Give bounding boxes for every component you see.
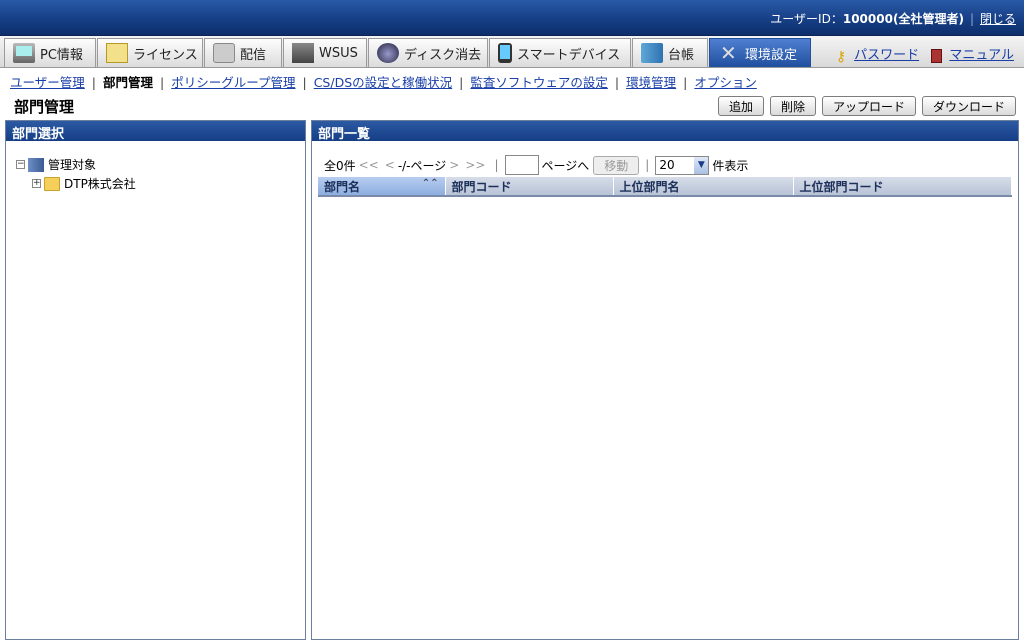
goto-page-label: ページへ [541,158,590,173]
per-page-value: 20 [659,158,675,172]
tab-smart-device[interactable]: スマートデバイス [489,38,631,67]
column-parent-department-name[interactable]: 上位部門名 [613,177,794,197]
sort-ascending-icon: ⌃⌃ [421,177,439,189]
distribution-icon [213,43,235,63]
prev-page-button[interactable]: < [385,158,395,172]
per-page-select[interactable]: 20 ▼ [655,155,710,175]
column-department-name[interactable]: 部門名 ⌃⌃ [318,177,446,197]
tab-distribution[interactable]: 配信 [204,38,282,67]
department-tree: − 管理対象 + DTP株式会社 [6,141,305,193]
license-icon [106,43,128,63]
tab-label: スマートデバイス [517,47,621,63]
separator: | [614,75,620,90]
tab-label: ライセンス [133,47,198,63]
separator: | [494,158,499,172]
user-info: ユーザーID：100000(全社管理者) | 閉じる [770,10,1016,27]
tree-node-root[interactable]: − 管理対象 [16,155,305,174]
top-header: ユーザーID：100000(全社管理者) | 閉じる [0,0,1024,36]
table-header-row: 部門名 ⌃⌃ 部門コード 上位部門名 上位部門コード [318,177,1012,197]
pager: 全0件 << < -/-ページ > >> | ページへ 移動 | 20 ▼ 件表… [324,155,748,175]
pc-icon [13,43,35,63]
page-info: -/-ページ [397,158,447,173]
subnav-environment-management[interactable]: 環境管理 [626,75,676,90]
tab-label: PC情報 [40,47,83,63]
subnav-department-management: 部門管理 [102,75,153,90]
tab-pc-info[interactable]: PC情報 [4,38,96,67]
manual-book-icon [931,48,943,63]
wsus-icon [292,43,314,63]
delete-button[interactable]: 削除 [769,96,816,116]
department-select-panel: 部門選択 − 管理対象 + DTP株式会社 [5,120,306,640]
sub-navigation: ユーザー管理 | 部門管理 | ポリシーグループ管理 | CS/DSの設定と稼働状況 | 監査ソ… [10,72,757,91]
department-list-panel: 部門一覧 全0件 << < -/-ページ > >> | ページへ 移動 | 20… [311,120,1019,640]
password-link[interactable]: パスワード [854,48,919,63]
upload-button[interactable]: アップロード [821,96,916,116]
tab-label: WSUS [319,45,358,61]
tab-ledger[interactable]: 台帳 [632,38,708,67]
ledger-icon [641,43,663,63]
column-label: 部門名 [324,179,361,194]
tree-node-company[interactable]: + DTP株式会社 [16,174,305,193]
tab-wsus[interactable]: WSUS [283,38,367,67]
separator: | [302,75,307,90]
subnav-audit-software[interactable]: 監査ソフトウェアの設定 [470,75,608,90]
user-id-value: 100000 [842,12,893,26]
smart-device-icon [498,43,512,63]
panel-title: 部門選択 [6,121,305,142]
top-links: ⚷ パスワード マニュアル [835,44,1014,65]
per-page-label: 件表示 [712,158,749,173]
tools-icon [718,41,740,65]
collapse-icon[interactable]: − [16,160,25,169]
subnav-policy-group[interactable]: ポリシーグループ管理 [171,75,295,90]
column-label: 上位部門名 [619,179,680,194]
user-role: (全社管理者) [892,12,964,26]
next-page-button[interactable]: > [449,158,459,172]
add-button[interactable]: 追加 [717,96,764,116]
last-page-button[interactable]: >> [465,158,485,172]
building-icon [28,157,44,172]
tree-node-label[interactable]: 管理対象 [48,156,96,173]
separator: | [459,75,464,90]
separator: | [683,75,688,90]
tab-environment-settings[interactable]: 環境設定 [709,38,811,67]
user-id-label: ユーザーID： [770,12,843,26]
page-number-input[interactable] [504,155,539,175]
total-count: 全0件 [324,158,356,173]
tab-disk-erase[interactable]: ディスク消去 [368,38,488,67]
expand-icon[interactable]: + [32,179,41,188]
department-table: 部門名 ⌃⌃ 部門コード 上位部門名 上位部門コード [318,177,1012,197]
key-icon: ⚷ [835,48,847,65]
tree-node-label[interactable]: DTP株式会社 [64,175,136,192]
tab-label: 環境設定 [745,47,798,63]
column-label: 上位部門コード [799,179,884,194]
action-buttons: 追加 削除 アップロード ダウンロード [717,96,1016,116]
tab-label: 台帳 [668,47,695,63]
separator: | [160,75,165,90]
tab-label: 配信 [240,47,267,63]
disk-erase-icon [377,43,399,63]
separator: | [91,75,96,90]
download-button[interactable]: ダウンロード [921,96,1016,116]
manual-link[interactable]: マニュアル [949,48,1014,63]
first-page-button[interactable]: << [359,158,379,172]
folder-icon [44,176,60,191]
separator: | [645,158,650,172]
chevron-down-icon[interactable]: ▼ [694,156,709,174]
column-label: 部門コード [451,179,512,194]
panel-title: 部門一覧 [312,121,1018,142]
subnav-options[interactable]: オプション [694,75,757,90]
tab-license[interactable]: ライセンス [97,38,203,67]
page-title: 部門管理 [14,98,75,116]
close-link[interactable]: 閉じる [980,12,1016,26]
subnav-user-management[interactable]: ユーザー管理 [10,75,85,90]
move-button[interactable]: 移動 [593,155,640,175]
column-parent-department-code[interactable]: 上位部門コード [793,177,1012,197]
column-department-code[interactable]: 部門コード [445,177,614,197]
separator: | [969,12,974,26]
tab-label: ディスク消去 [404,47,482,63]
subnav-cs-ds-settings[interactable]: CS/DSの設定と稼働状況 [314,75,452,90]
